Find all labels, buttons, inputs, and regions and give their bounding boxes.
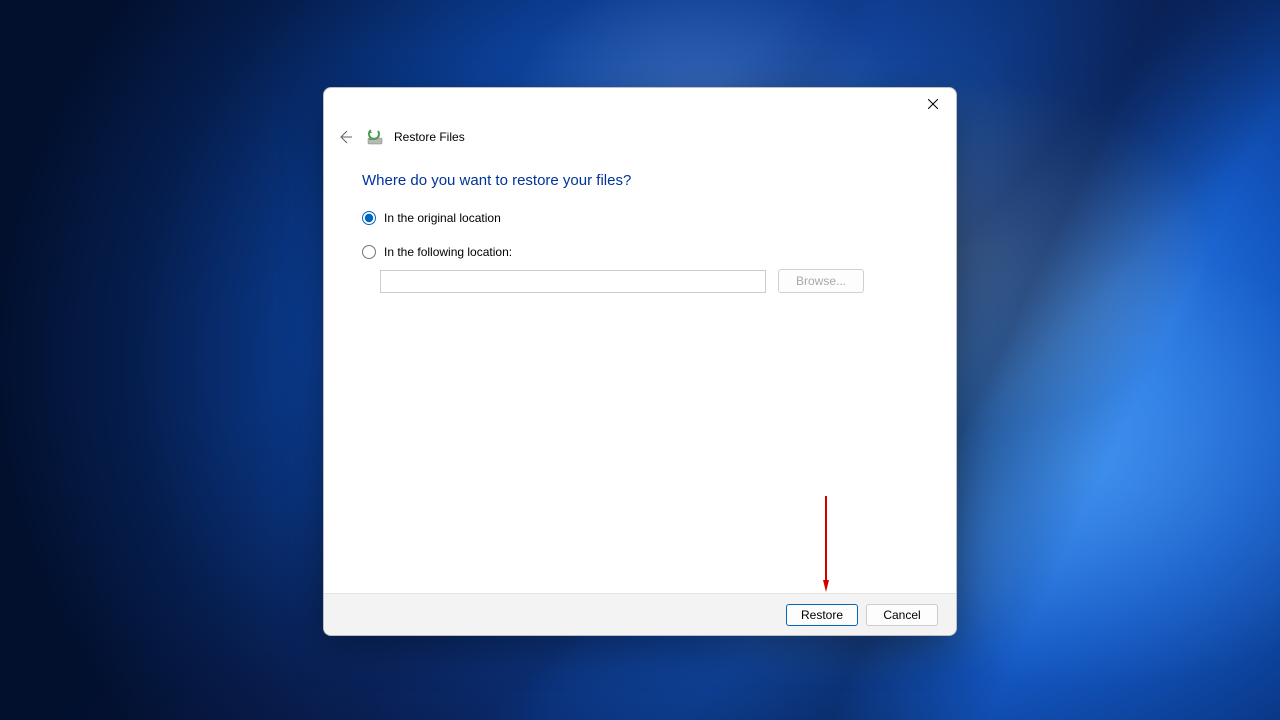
- back-button[interactable]: [334, 126, 356, 148]
- arrow-left-icon: [337, 129, 353, 145]
- radio-custom-label: In the following location:: [384, 245, 512, 259]
- radio-original-input[interactable]: [362, 211, 376, 225]
- page-heading: Where do you want to restore your files?: [362, 172, 918, 189]
- header-row: Restore Files: [324, 120, 956, 154]
- browse-button[interactable]: Browse...: [778, 269, 864, 293]
- titlebar: [324, 88, 956, 120]
- radio-original-label: In the original location: [384, 211, 501, 225]
- dialog-content: Where do you want to restore your files?…: [324, 154, 956, 593]
- custom-path-row: Browse...: [380, 269, 918, 293]
- dialog-title: Restore Files: [394, 130, 465, 144]
- path-input[interactable]: [380, 270, 766, 293]
- dialog-footer: Restore Cancel: [324, 593, 956, 635]
- close-button[interactable]: [910, 88, 956, 120]
- radio-custom-input[interactable]: [362, 245, 376, 259]
- radio-custom-location[interactable]: In the following location:: [362, 245, 918, 259]
- radio-original-location[interactable]: In the original location: [362, 211, 918, 225]
- restore-button[interactable]: Restore: [786, 604, 858, 626]
- cancel-button[interactable]: Cancel: [866, 604, 938, 626]
- close-icon: [928, 99, 938, 109]
- restore-files-dialog: Restore Files Where do you want to resto…: [323, 87, 957, 636]
- restore-files-icon: [366, 128, 384, 146]
